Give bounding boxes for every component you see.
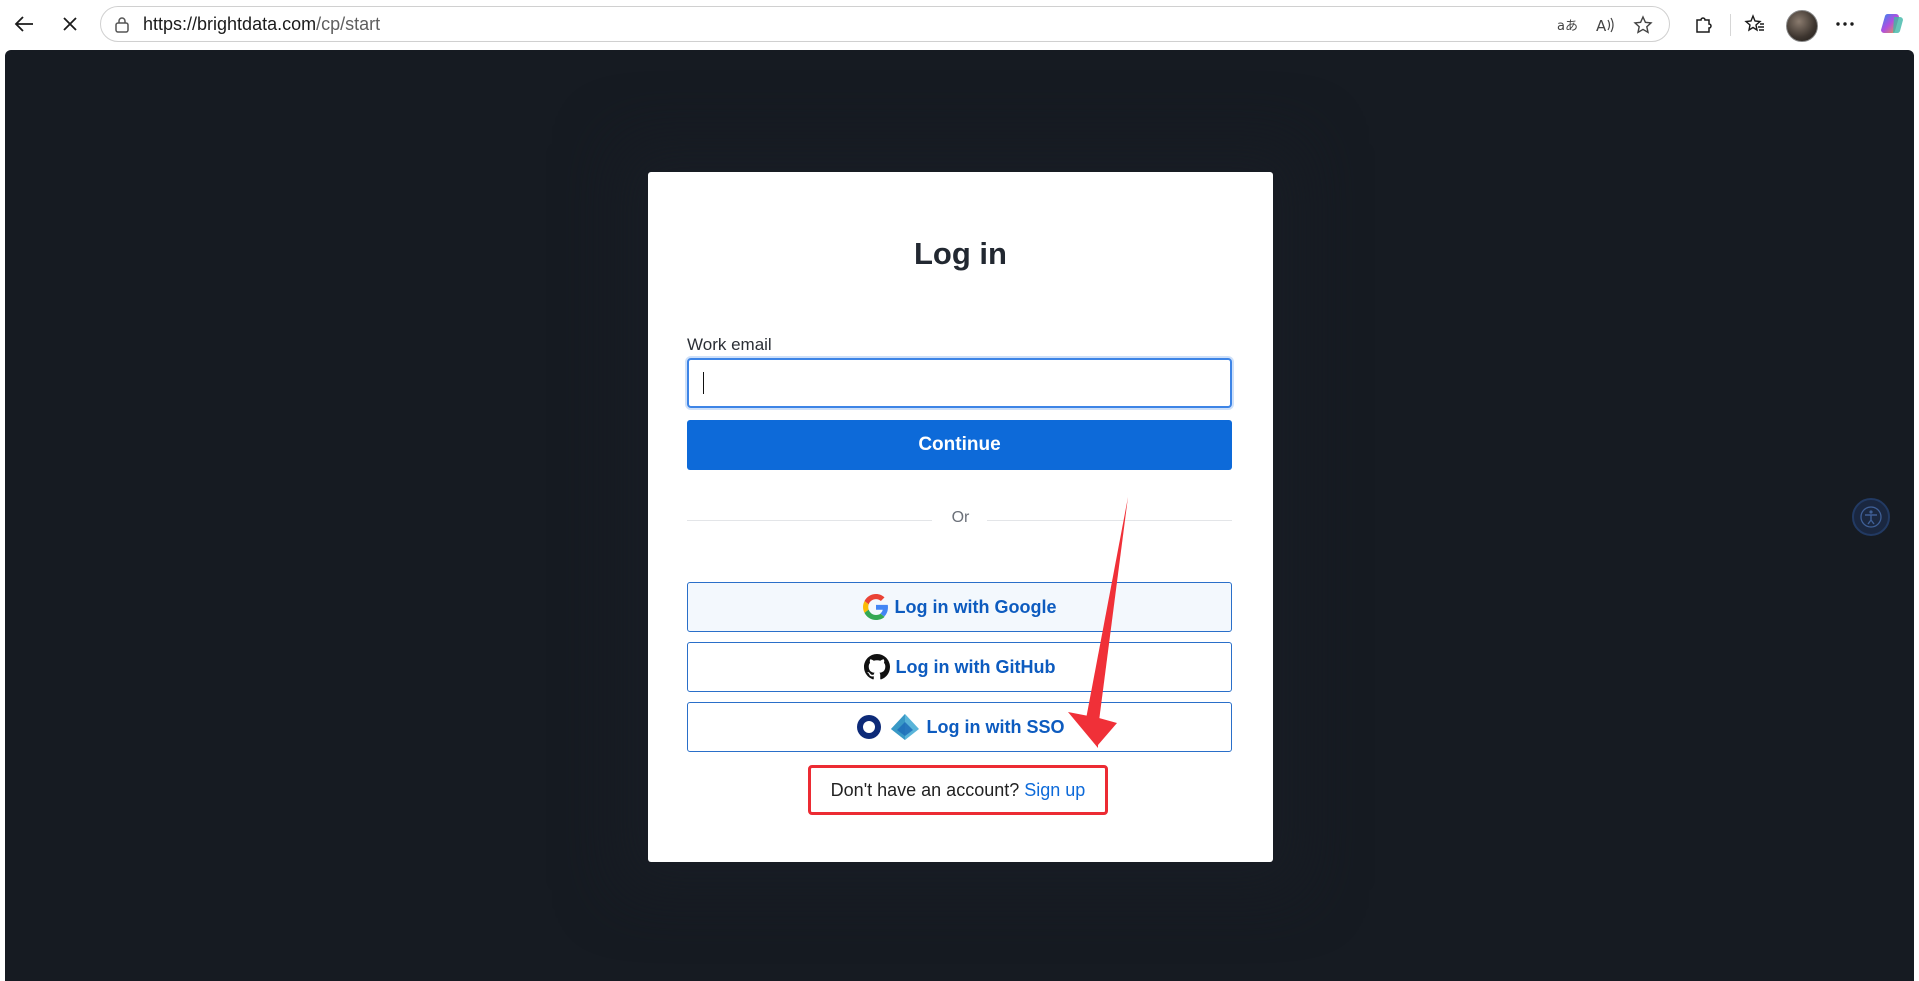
puzzle-icon	[1696, 17, 1712, 33]
signup-link[interactable]: Sign up	[1024, 780, 1085, 801]
sso-login-label: Log in with SSO	[926, 716, 1065, 737]
url-path: /cp/start	[316, 14, 381, 34]
close-icon	[63, 17, 77, 31]
read-aloud-icon[interactable]: A	[1589, 9, 1621, 41]
sso-login-button[interactable]: Log in with SSO	[687, 702, 1232, 752]
browser-toolbar: https://brightdata.com/cp/start aあ A	[0, 0, 1919, 49]
copilot-button[interactable]	[1877, 8, 1909, 40]
github-login-button[interactable]: Log in with GitHub	[687, 642, 1232, 692]
url-host: https://brightdata.com	[143, 14, 317, 34]
star-icon[interactable]	[1627, 9, 1659, 41]
google-login-button[interactable]: Log in with Google	[687, 582, 1232, 632]
translate-icon[interactable]: aあ	[1551, 9, 1583, 41]
github-icon	[863, 654, 890, 680]
back-arrow-icon	[14, 16, 33, 32]
okta-icon	[856, 715, 881, 739]
accessibility-icon	[1860, 506, 1882, 528]
google-icon	[862, 594, 888, 620]
extensions-button[interactable]	[1688, 8, 1720, 40]
divider-line-right	[987, 520, 1232, 521]
divider-or: Or	[951, 509, 970, 526]
lock-icon[interactable]	[113, 16, 131, 34]
continue-button[interactable]: Continue	[687, 420, 1232, 470]
signup-highlight-box: Don't have an account? Sign up	[808, 765, 1108, 815]
favorites-icon	[1744, 14, 1764, 32]
stop-loading-button[interactable]	[54, 8, 86, 40]
back-button[interactable]	[8, 8, 40, 40]
signup-prompt: Don't have an account?	[830, 779, 1020, 800]
profile-avatar[interactable]	[1786, 10, 1818, 42]
toolbar-separator	[1730, 14, 1731, 36]
url-text[interactable]: https://brightdata.com/cp/start	[143, 7, 380, 41]
svg-text:aあ: aあ	[1557, 19, 1577, 34]
page-viewport: Log in Work email Continue Or Log in wit…	[5, 50, 1914, 981]
github-login-label: Log in with GitHub	[895, 656, 1056, 677]
address-bar[interactable]: https://brightdata.com/cp/start aあ A	[100, 6, 1670, 42]
favorites-button[interactable]	[1739, 8, 1771, 40]
google-login-label: Log in with Google	[894, 596, 1057, 617]
email-field[interactable]	[687, 358, 1232, 408]
email-label: Work email	[687, 335, 772, 354]
page-title: Log in	[914, 236, 1007, 271]
accessibility-button[interactable]	[1852, 498, 1890, 536]
more-icon	[1836, 22, 1854, 26]
more-button[interactable]	[1829, 8, 1861, 40]
login-card: Log in Work email Continue Or Log in wit…	[648, 172, 1273, 862]
azure-ad-icon	[890, 714, 919, 740]
text-caret	[703, 372, 704, 394]
copilot-icon	[1881, 13, 1903, 34]
svg-text:A: A	[1596, 17, 1607, 34]
